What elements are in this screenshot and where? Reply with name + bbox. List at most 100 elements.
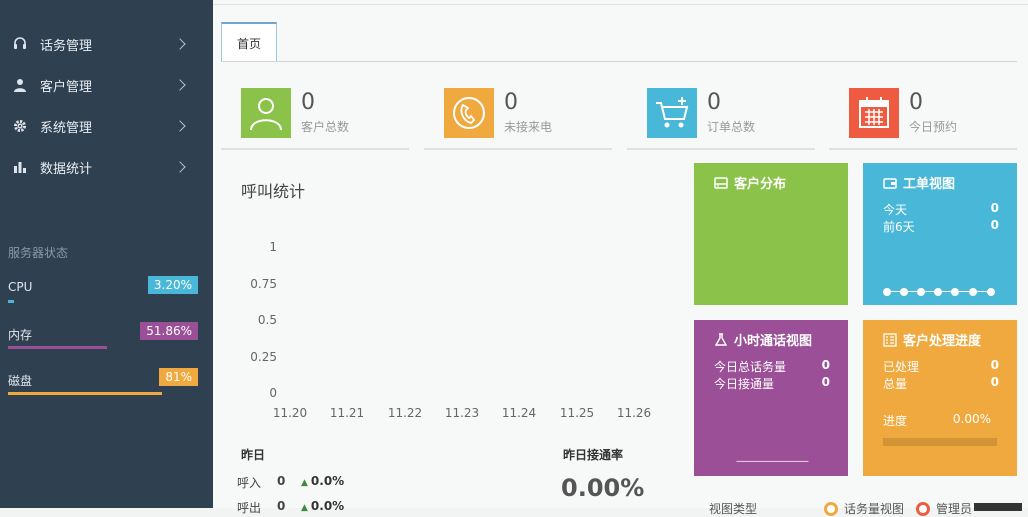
radio-admin[interactable] <box>916 502 930 516</box>
yesterday-title: 昨日 <box>241 448 266 462</box>
server-metric-name: 内存 <box>8 328 33 342</box>
progress-label: 进度 <box>883 414 908 428</box>
view-type-label: 视图类型 <box>709 502 758 516</box>
tile-row: 总量 0 <box>883 375 999 392</box>
user-icon <box>12 77 28 93</box>
radio-call-volume[interactable] <box>824 502 838 516</box>
stat-value: 0 <box>301 90 315 115</box>
nav-label: 数据统计 <box>40 161 93 177</box>
radio-label: 管理员 <box>936 502 973 516</box>
tile-customer-progress[interactable]: 客户处理进度 已处理 0 总量 0 进度 0.00% <box>863 320 1017 476</box>
y-tick-label: 0 <box>269 386 277 400</box>
nav-item-customer-management[interactable]: 客户管理 <box>0 70 213 100</box>
server-metric-badge: 3.20% <box>147 276 198 294</box>
row-label: 已处理 <box>883 360 920 374</box>
tile-progress-row: 进度 0.00% <box>883 412 991 429</box>
stat-label: 客户总数 <box>301 120 350 134</box>
stat-missed-calls[interactable]: 0 未接来电 <box>424 86 612 150</box>
nav-item-data-statistics[interactable]: 数据统计 <box>0 152 213 182</box>
row-value: 0 <box>990 218 999 232</box>
stat-label: 今日预约 <box>909 120 958 134</box>
row-pct: 0.0% <box>310 499 345 513</box>
tile-row: 已处理 0 <box>883 358 999 375</box>
server-disk: 磁盘 81% <box>8 368 198 412</box>
stat-today-appointments[interactable]: 0 今日预约 <box>829 86 1017 150</box>
nav-label: 系统管理 <box>40 120 93 136</box>
row-value: 0 <box>990 201 999 215</box>
server-metric-bar <box>8 346 107 349</box>
tile-ticket-view[interactable]: 工单视图 今天 0 前6天 0 <box>863 163 1017 305</box>
row-label: 总量 <box>883 377 908 391</box>
server-cpu: CPU 3.20% <box>8 276 198 320</box>
x-tick-label: 11.25 <box>559 406 595 420</box>
calendar-icon <box>849 88 899 138</box>
stat-label: 订单总数 <box>707 120 756 134</box>
progress-value: 0.00% <box>952 412 991 426</box>
tooltip-stub <box>974 503 1022 511</box>
server-metric-bar <box>8 392 162 395</box>
drive-icon <box>714 176 728 189</box>
server-status-title: 服务器状态 <box>8 246 69 260</box>
x-tick-label: 11.24 <box>501 406 537 420</box>
server-metric-name: 磁盘 <box>8 374 33 388</box>
sparkline-point <box>900 288 908 296</box>
server-metric-bar <box>8 300 15 303</box>
progress-bar <box>883 438 997 446</box>
chevron-right-icon <box>174 79 186 91</box>
sparkline-point <box>934 288 942 296</box>
radio-label: 话务量视图 <box>844 502 905 516</box>
row-value: 0 <box>821 375 830 389</box>
row-pct: 0.0% <box>310 474 345 488</box>
row-value: 0 <box>990 375 999 389</box>
row-value: 0 <box>990 358 999 372</box>
tile-hourly-calls[interactable]: 小时通话视图 今日总话务量 0 今日接通量 0 ———————— <box>694 320 848 476</box>
stat-value: 0 <box>504 90 518 115</box>
sparkline-point <box>883 288 891 296</box>
stat-value: 0 <box>707 90 721 115</box>
y-tick-label: 1 <box>269 240 277 254</box>
tile-title: 客户处理进度 <box>903 334 982 349</box>
stat-label: 未接来电 <box>504 120 553 134</box>
row-label: 呼入 <box>237 476 262 490</box>
row-label: 前6天 <box>883 220 915 234</box>
stat-order-total[interactable]: 0 订单总数 <box>627 86 815 150</box>
server-metric-name: CPU <box>8 280 33 294</box>
sparkline-point <box>969 288 977 296</box>
cart-icon <box>647 88 697 138</box>
row-value: 0 <box>821 358 830 372</box>
nav-item-call-management[interactable]: 话务管理 <box>0 29 213 59</box>
tile-title: 小时通话视图 <box>734 334 813 349</box>
tile-customer-distribution[interactable]: 客户分布 <box>694 163 848 305</box>
stat-customer-total[interactable]: 0 客户总数 <box>221 86 409 150</box>
row-label: 今天 <box>883 203 908 217</box>
divider <box>221 61 1017 62</box>
x-tick-label: 11.26 <box>616 406 652 420</box>
y-tick-label: 0.5 <box>257 313 277 327</box>
chevron-right-icon <box>174 161 186 173</box>
server-metric-badge: 81% <box>159 368 198 386</box>
server-metric-badge: 51.86% <box>140 322 198 340</box>
sparkline-point <box>951 288 959 296</box>
row-label: 今日总话务量 <box>714 360 787 374</box>
tab-home[interactable]: 首页 <box>221 22 277 62</box>
row-value: 0 <box>277 499 286 513</box>
tile-row: 今日接通量 0 <box>714 375 830 392</box>
x-tick-label: 11.21 <box>329 406 365 420</box>
trend-up-icon: ▲ <box>301 478 308 488</box>
chevron-right-icon <box>174 120 186 132</box>
sparkline-point <box>987 288 995 296</box>
nav-item-system-management[interactable]: 系统管理 <box>0 111 213 141</box>
headset-icon <box>12 36 28 52</box>
row-label: 今日接通量 <box>714 377 775 391</box>
tile-title: 客户分布 <box>734 177 787 192</box>
gear-icon <box>12 118 28 134</box>
wallet-icon <box>883 177 897 189</box>
list-icon <box>883 332 897 347</box>
server-memory: 内存 51.86% <box>8 322 198 366</box>
bar-chart-icon <box>12 159 28 175</box>
flask-icon <box>714 332 728 346</box>
customer-icon <box>241 88 291 138</box>
tile-footer: ———————— <box>736 456 809 467</box>
x-tick-label: 11.20 <box>272 406 308 420</box>
stat-value: 0 <box>909 90 923 115</box>
